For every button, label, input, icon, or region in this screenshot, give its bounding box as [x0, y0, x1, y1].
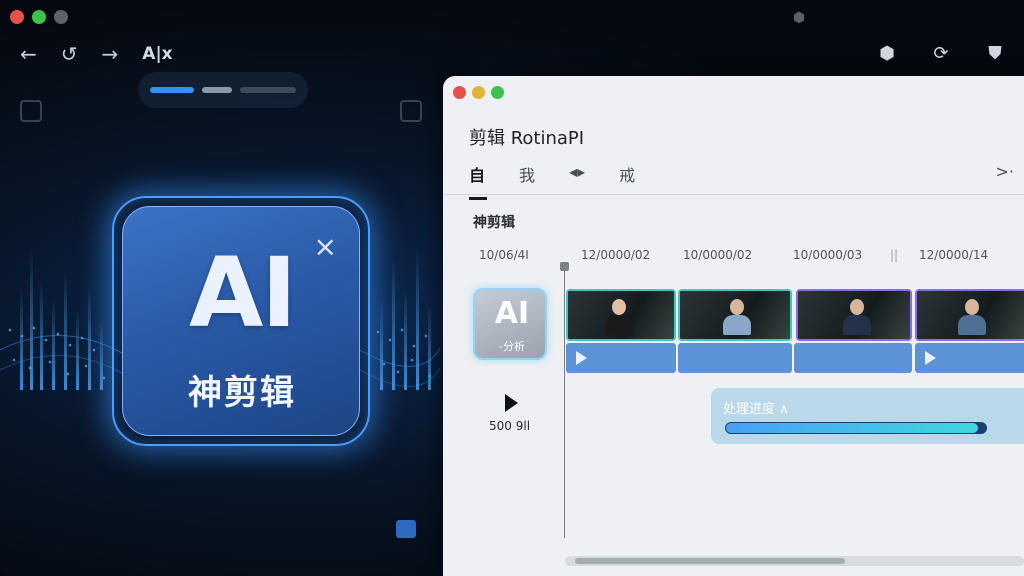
tabs-divider — [443, 194, 1024, 195]
timecode: 10/0000/03 — [793, 248, 863, 262]
search-pill[interactable] — [138, 72, 308, 108]
editor-window: 剪辑 RotinaPI 自 我 ◂▸ 戒 >· 神剪辑 10/06/4I 12/… — [443, 76, 1024, 576]
audio-clip[interactable] — [915, 343, 1024, 373]
editor-minimize-button[interactable] — [472, 86, 485, 99]
timecode: 12/0000/02 — [581, 248, 651, 262]
video-clip[interactable] — [915, 289, 1024, 341]
close-icon[interactable]: × — [314, 233, 337, 261]
editor-maximize-button[interactable] — [491, 86, 504, 99]
sync-icon[interactable]: ⟳ — [928, 40, 954, 66]
refresh-icon[interactable]: ↺ — [61, 42, 78, 66]
minimize-window-button[interactable] — [54, 10, 68, 24]
audio-clip[interactable] — [678, 343, 792, 373]
tab-0[interactable]: 自 — [469, 162, 488, 200]
ai-feature-card[interactable]: AI 神剪辑 × — [122, 206, 360, 436]
ai-thumb-label: -分析 — [499, 340, 525, 353]
duration-label: 500 9ll — [489, 419, 531, 433]
play-icon — [925, 351, 936, 365]
cube-small-icon: ⬢ — [792, 10, 806, 26]
image-thumbnail-icon[interactable] — [396, 520, 416, 538]
processing-progress-bar — [725, 422, 987, 434]
pill-segment — [202, 87, 232, 93]
processing-label: 处理进度 ∧ — [723, 402, 789, 417]
processing-panel: 处理进度 ∧ — [711, 388, 1024, 444]
ai-card-title: 神剪辑 — [188, 373, 296, 413]
editor-window-controls — [453, 86, 504, 99]
playhead-line[interactable] — [564, 266, 565, 538]
play-button[interactable] — [505, 394, 518, 412]
settings-icon[interactable] — [400, 100, 422, 122]
ai-thumb-text: AI — [494, 296, 530, 331]
arrow-right-icon[interactable]: → — [102, 42, 119, 66]
timecode-separator: || — [890, 248, 899, 262]
tab-1[interactable]: 我 — [519, 162, 535, 194]
editor-title: 剪辑 RotinaPI — [469, 128, 585, 149]
window-controls — [10, 10, 68, 24]
editor-close-button[interactable] — [453, 86, 466, 99]
audio-clip[interactable] — [794, 343, 912, 373]
top-right-toolbar: ⬢ ⟳ ⛊ — [874, 40, 1008, 66]
nav-label[interactable]: A|x — [142, 42, 172, 66]
close-window-button[interactable] — [10, 10, 24, 24]
ai-analysis-thumbnail[interactable]: AI -分析 — [473, 288, 547, 360]
timecode: 10/0000/02 — [683, 248, 753, 262]
pill-segment — [240, 87, 296, 93]
processing-progress-fill — [726, 423, 978, 433]
image-icon[interactable] — [20, 100, 42, 122]
video-clip[interactable] — [678, 289, 792, 341]
video-clip[interactable] — [796, 289, 912, 341]
pill-segment — [150, 87, 194, 93]
cube-icon[interactable]: ⬢ — [874, 40, 900, 66]
audio-clip[interactable] — [566, 343, 676, 373]
editor-tabs: 自 我 ◂▸ 戒 — [469, 162, 635, 200]
scrollbar-thumb[interactable] — [575, 558, 845, 564]
more-tabs-icon[interactable]: >· — [996, 162, 1015, 181]
tab-2[interactable]: ◂▸ — [569, 162, 585, 194]
play-icon — [576, 351, 587, 365]
timeline-scrollbar[interactable] — [565, 556, 1024, 566]
arrow-left-icon[interactable]: ← — [20, 42, 37, 66]
timecode: 12/0000/14 — [919, 248, 989, 262]
section-title: 神剪辑 — [473, 215, 515, 231]
nav-toolbar: ← ↺ → A|x — [20, 42, 173, 66]
tab-3[interactable]: 戒 — [619, 162, 635, 194]
playhead-handle[interactable] — [560, 262, 569, 271]
timecode: 10/06/4I — [479, 248, 529, 262]
shield-icon[interactable]: ⛊ — [982, 40, 1008, 66]
maximize-window-button[interactable] — [32, 10, 46, 24]
video-clip[interactable] — [566, 289, 676, 341]
